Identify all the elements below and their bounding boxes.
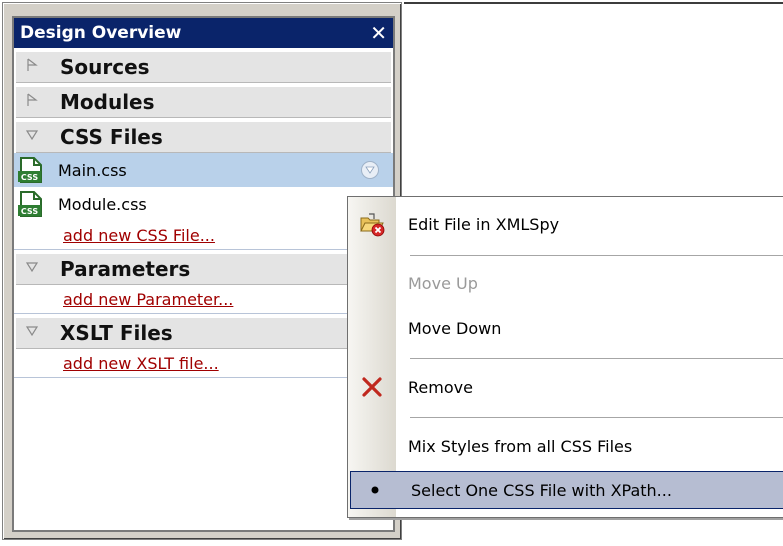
menu-item-label: Remove bbox=[408, 377, 473, 397]
triangle-right-outline-icon[interactable] bbox=[16, 58, 48, 76]
svg-text:CSS: CSS bbox=[21, 173, 38, 182]
menu-separator bbox=[410, 255, 783, 256]
triangle-down-outline-icon[interactable] bbox=[16, 261, 48, 277]
section-label: Modules bbox=[60, 90, 155, 114]
add-parameter-link[interactable]: add new Parameter... bbox=[14, 285, 393, 314]
menu-item-label: Edit File in XMLSpy bbox=[408, 214, 560, 234]
menu-item-move-down[interactable]: Move Down bbox=[348, 309, 783, 347]
context-menu: Edit File in XMLSpy Move Up Move Down Re… bbox=[347, 196, 783, 518]
bullet-icon bbox=[351, 471, 399, 509]
window-edge bbox=[404, 2, 783, 4]
close-icon[interactable]: ✕ bbox=[370, 23, 387, 43]
menu-item-label: Move Up bbox=[408, 273, 478, 293]
menu-item-label: Move Down bbox=[408, 318, 502, 338]
menu-item-edit-in-xmlspy[interactable]: Edit File in XMLSpy bbox=[348, 205, 783, 243]
section-label: CSS Files bbox=[60, 125, 163, 149]
css-file-row-main[interactable]: CSS Main.css bbox=[14, 153, 393, 187]
menu-separator bbox=[410, 358, 783, 359]
design-overview-panel: Design Overview ✕ Sources Modules CSS Fi… bbox=[2, 2, 402, 540]
css-file-icon: CSS bbox=[17, 156, 45, 184]
triangle-down-outline-icon[interactable] bbox=[16, 129, 48, 145]
section-modules[interactable]: Modules bbox=[16, 86, 391, 118]
triangle-down-outline-icon[interactable] bbox=[16, 325, 48, 341]
css-file-icon: CSS bbox=[17, 190, 45, 218]
css-file-name: Module.css bbox=[58, 194, 147, 214]
menu-item-move-up[interactable]: Move Up bbox=[348, 264, 783, 302]
section-label: XSLT Files bbox=[60, 321, 173, 345]
panel-title: Design Overview bbox=[20, 23, 182, 43]
css-file-row-module[interactable]: CSS Module.css bbox=[14, 187, 393, 221]
triangle-right-outline-icon[interactable] bbox=[16, 93, 48, 111]
section-parameters[interactable]: Parameters bbox=[16, 253, 391, 285]
panel-titlebar: Design Overview ✕ bbox=[14, 18, 393, 48]
menu-item-label: Mix Styles from all CSS Files bbox=[408, 436, 633, 456]
svg-text:CSS: CSS bbox=[21, 207, 38, 216]
red-x-icon bbox=[348, 368, 396, 406]
section-label: Sources bbox=[60, 55, 150, 79]
empty-area bbox=[14, 378, 393, 518]
add-xslt-file-link[interactable]: add new XSLT file... bbox=[14, 349, 393, 378]
css-file-name: Main.css bbox=[58, 160, 127, 180]
menu-separator bbox=[410, 417, 783, 418]
section-sources[interactable]: Sources bbox=[16, 51, 391, 83]
menu-item-mix-styles[interactable]: Mix Styles from all CSS Files bbox=[348, 427, 783, 465]
design-overview-content: Design Overview ✕ Sources Modules CSS Fi… bbox=[12, 16, 395, 532]
circle-down-arrow-icon[interactable] bbox=[361, 161, 379, 179]
menu-icon-gutter bbox=[348, 197, 396, 517]
section-label: Parameters bbox=[60, 257, 191, 281]
menu-item-select-one-css-xpath[interactable]: Select One CSS File with XPath... bbox=[350, 471, 783, 509]
section-css-files[interactable]: CSS Files bbox=[16, 121, 391, 153]
add-css-file-link[interactable]: add new CSS File... bbox=[14, 221, 393, 250]
menu-item-label: Select One CSS File with XPath... bbox=[411, 480, 672, 500]
section-xslt-files[interactable]: XSLT Files bbox=[16, 317, 391, 349]
open-folder-with-red-x-icon bbox=[348, 205, 396, 243]
menu-item-remove[interactable]: Remove bbox=[348, 368, 783, 406]
